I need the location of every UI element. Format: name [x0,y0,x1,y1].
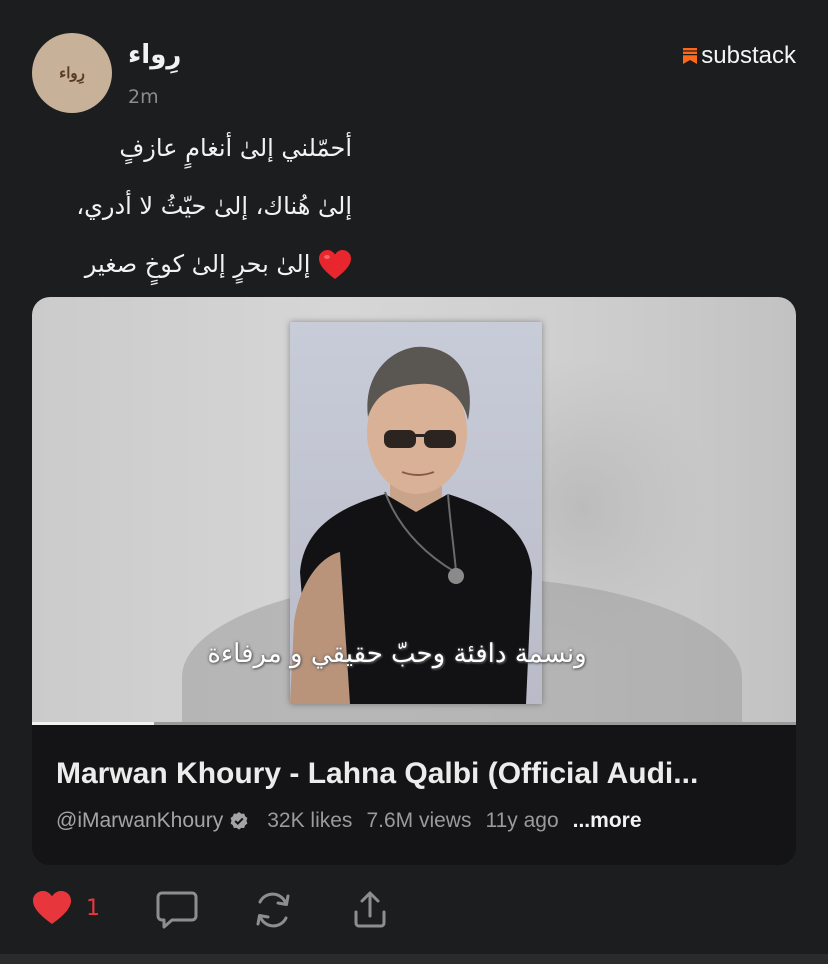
comment-button[interactable] [156,890,198,930]
red-heart-emoji-icon [319,250,351,279]
avatar-text: رِواء [59,64,85,82]
post-line-1: أحمّلني إلىٰ أنغامٍ عازفٍ [119,134,352,162]
video-thumbnail[interactable]: ونسمة دافئة وحبّ حقيقي و مرفاءة [32,297,796,725]
like-count: 1 [86,895,100,921]
substack-brand[interactable]: substack [683,42,796,70]
post-time: 2m [128,86,159,108]
post-line-2: إلىٰ هُناك، إلىٰ حيّثُ لا أدري، [76,192,352,220]
video-progress-fill [32,722,155,725]
verified-badge-icon [230,812,248,830]
video-embed-card[interactable]: ونسمة دافئة وحبّ حقيقي و مرفاءة Marwan K… [32,297,796,865]
share-button[interactable] [350,890,390,930]
substack-logo-icon [683,48,698,64]
like-button[interactable]: 1 [32,890,100,926]
heart-icon [33,891,71,924]
video-info[interactable]: Marwan Khoury - Lahna Qalbi (Official Au… [32,727,796,865]
channel-name[interactable]: @iMarwanKhoury [56,809,223,833]
video-age: 11y ago [485,809,559,832]
brand-name: substack [701,42,796,69]
post-line-3-wrap: إلىٰ بحرٍ إلىٰ كوخٍ صغير [32,244,352,302]
video-progress-bar[interactable] [32,722,796,725]
more-link[interactable]: ...more [573,809,642,833]
author-name[interactable]: رِواء [128,40,181,70]
video-likes: 32K likes [267,809,353,832]
bottom-divider [0,954,828,964]
video-caption: ونسمة دافئة وحبّ حقيقي و مرفاءة [207,639,587,669]
comment-icon [156,891,198,929]
post-page: رِواء رِواء 2m substack أحمّلني إلىٰ أنغ… [0,0,828,964]
post-body: أحمّلني إلىٰ أنغامٍ عازفٍ إلىٰ هُناك، إل… [32,128,352,302]
restack-icon [256,892,290,928]
post-actions: 1 [32,890,432,934]
post-line-3: إلىٰ بحرٍ إلىٰ كوخٍ صغير [84,250,311,278]
video-views: 7.6M views [366,809,472,832]
video-title[interactable]: Marwan Khoury - Lahna Qalbi (Official Au… [56,757,776,791]
avatar[interactable]: رِواء [32,33,112,113]
video-meta: @iMarwanKhoury 32K likes 7.6M views 11y … [56,809,642,833]
share-icon [354,891,386,928]
restack-button[interactable] [252,890,294,930]
